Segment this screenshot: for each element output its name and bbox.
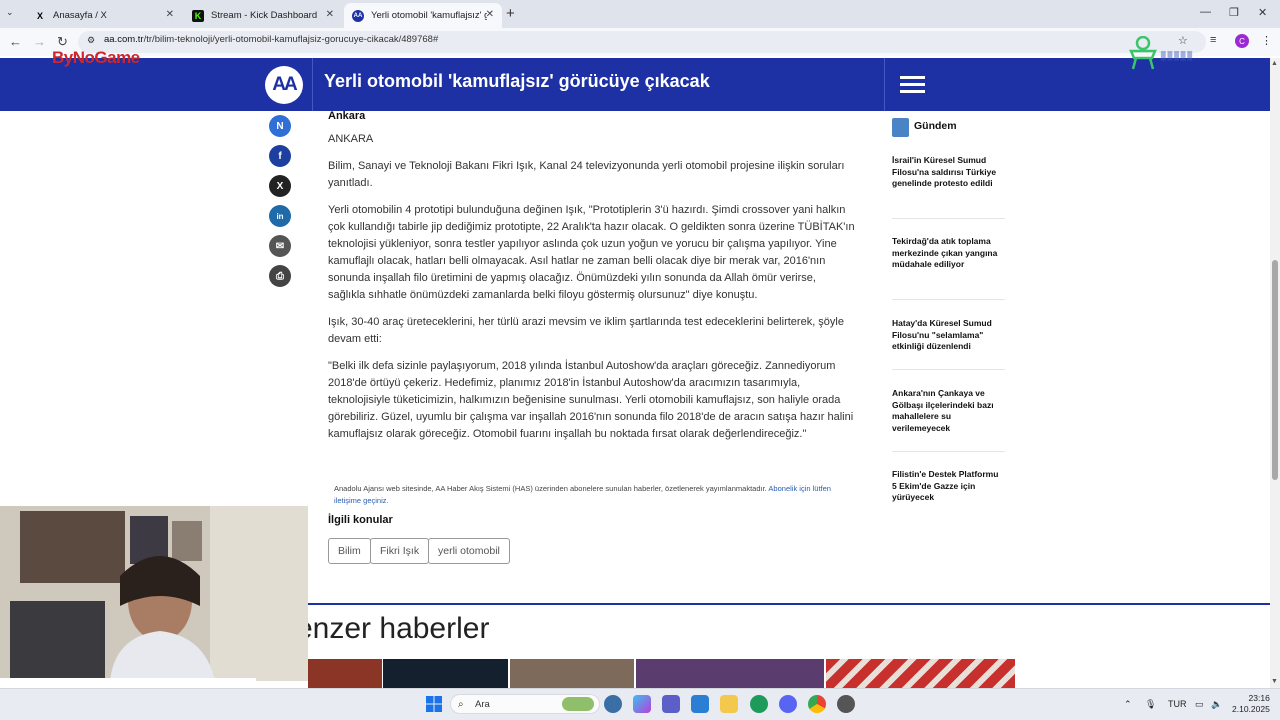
- search-icon: ⌕: [458, 699, 464, 710]
- aa-logo-icon: AA: [352, 9, 364, 22]
- article-body: Ankara ANKARA Bilim, Sanayi ve Teknoloji…: [328, 108, 856, 453]
- task-view-icon[interactable]: [604, 695, 622, 713]
- site-info-icon[interactable]: ⚙: [87, 35, 95, 46]
- tab-x-home[interactable]: X Anasayfa / X ✕: [26, 3, 182, 28]
- sidebar-divider: [892, 299, 1005, 300]
- search-highlight-image: [562, 697, 594, 711]
- restore-icon[interactable]: ❐: [1229, 6, 1239, 19]
- article-paragraph: "Belki ilk defa sizinle paylaşıyorum, 20…: [328, 360, 854, 440]
- menu-dots-icon[interactable]: ⋮: [1261, 34, 1272, 47]
- tab-title: Stream - Kick Dashboard: [211, 10, 318, 21]
- clock-time: 23:16: [1248, 693, 1270, 703]
- disclaimer-text: Anadolu Ajansı web sitesinde, AA Haber A…: [334, 484, 767, 493]
- discord-icon[interactable]: [779, 695, 797, 713]
- bookmark-star-icon[interactable]: ☆: [1178, 34, 1188, 47]
- microphone-icon[interactable]: 🎙: [1145, 699, 1156, 710]
- webcam-overlay: [0, 506, 308, 681]
- store-icon[interactable]: [691, 695, 709, 713]
- news-thumbnail[interactable]: [826, 659, 1015, 688]
- news-thumbnail[interactable]: [383, 659, 508, 688]
- tab-kick-dashboard[interactable]: K Stream - Kick Dashboard ✕: [184, 3, 342, 28]
- tray-chevron-up-icon[interactable]: ⌃: [1124, 699, 1132, 710]
- new-tab-plus-icon[interactable]: +: [506, 5, 515, 22]
- tag-fikri-isik[interactable]: Fikri Işık: [370, 538, 430, 564]
- taskbar-clock[interactable]: 23:16 2.10.2025: [1232, 693, 1270, 715]
- tab-aa-article[interactable]: AA Yerli otomobil 'kamuflajsız' gör ✕: [344, 3, 502, 28]
- minimize-icon[interactable]: —: [1200, 6, 1211, 18]
- x-logo-icon: X: [36, 10, 43, 21]
- tag-bilim[interactable]: Bilim: [328, 538, 371, 564]
- sidebar-title: Gündem: [914, 120, 957, 132]
- sidebar-news-item[interactable]: Hatay'da Küresel Sumud Filosu'nu "selaml…: [892, 318, 1005, 353]
- news-share-icon[interactable]: N: [269, 115, 291, 137]
- sidebar-news-item[interactable]: Filistin'e Destek Platformu 5 Ekim'de Ga…: [892, 469, 1005, 504]
- article-disclaimer: Anadolu Ajansı web sitesinde, AA Haber A…: [334, 483, 854, 507]
- tag-yerli-otomobil[interactable]: yerli otomobil: [428, 538, 510, 564]
- sidebar-news-item[interactable]: İsrail'in Küresel Sumud Filosu'na saldır…: [892, 155, 1005, 190]
- article-paragraph: Bilim, Sanayi ve Teknoloji Bakanı Fikri …: [328, 160, 845, 189]
- profile-avatar[interactable]: C: [1235, 34, 1249, 48]
- start-windows-icon[interactable]: [425, 695, 443, 713]
- print-icon[interactable]: ⎙: [269, 265, 291, 287]
- agenda-flag-icon: [892, 118, 909, 137]
- article-paragraph: Yerli otomobilin 4 prototipi bulunduğuna…: [328, 204, 855, 301]
- article-location-bold: Ankara: [328, 110, 366, 122]
- news-thumbnail[interactable]: [308, 659, 382, 688]
- related-topics-title: İlgili konular: [328, 514, 393, 526]
- scrollbar-thumb[interactable]: [1272, 260, 1278, 480]
- sidebar-divider: [892, 218, 1005, 219]
- article-location: ANKARA: [328, 133, 374, 145]
- tab-title: Anasayfa / X: [53, 10, 107, 21]
- url-text[interactable]: aa.com.tr/tr/bilim-teknoloji/yerli-otomo…: [104, 34, 438, 45]
- sidebar-divider: [892, 369, 1005, 370]
- sidebar-divider: [892, 451, 1005, 452]
- x-share-icon[interactable]: X: [269, 175, 291, 197]
- news-thumbnail[interactable]: [510, 659, 634, 688]
- stream-overlay-text: ▮▮▮▮▮: [1160, 48, 1194, 62]
- scroll-up-arrow-icon[interactable]: ▲: [1271, 60, 1278, 67]
- kick-logo-icon: K: [192, 9, 204, 22]
- sidebar-news-item[interactable]: Ankara'nın Çankaya ve Gölbaşı ilçelerind…: [892, 388, 1005, 434]
- linkedin-share-icon[interactable]: in: [269, 205, 291, 227]
- similar-news-heading: enzer haberler: [296, 612, 490, 645]
- news-thumbnail[interactable]: [636, 659, 824, 688]
- header-divider: [312, 58, 313, 111]
- header-divider: [884, 58, 885, 111]
- scroll-down-arrow-icon[interactable]: ▼: [1271, 678, 1278, 685]
- window-close-icon[interactable]: ✕: [1258, 6, 1267, 19]
- url-path: /tr/bilim-teknoloji/yerli-otomobil-kamuf…: [143, 34, 439, 45]
- tab-close-icon[interactable]: ✕: [166, 9, 174, 20]
- search-label: Ara: [475, 699, 490, 710]
- volume-icon[interactable]: 🔈: [1211, 699, 1222, 710]
- webcam-scene: [0, 506, 308, 681]
- language-indicator[interactable]: TUR: [1168, 699, 1187, 709]
- article-paragraph: Işık, 30-40 araç üreteceklerini, her tür…: [328, 316, 844, 345]
- teams-icon[interactable]: [662, 695, 680, 713]
- media-control-icon[interactable]: ≡: [1210, 34, 1216, 46]
- tab-close-icon[interactable]: ✕: [486, 9, 494, 20]
- chrome-icon[interactable]: [808, 695, 826, 713]
- facebook-share-icon[interactable]: f: [269, 145, 291, 167]
- tab-close-icon[interactable]: ✕: [326, 9, 334, 20]
- edge-icon[interactable]: [750, 695, 768, 713]
- back-arrow-icon[interactable]: ←: [9, 34, 22, 49]
- stream-mascot-icon: [1129, 36, 1157, 70]
- forward-arrow-icon[interactable]: →: [33, 34, 46, 49]
- tab-list-chevron-icon[interactable]: ⌄: [6, 7, 14, 18]
- clock-date: 2.10.2025: [1232, 704, 1270, 714]
- aa-logo[interactable]: AA: [265, 66, 303, 104]
- copilot-icon[interactable]: [633, 695, 651, 713]
- sidebar-news-item[interactable]: Tekirdağ'da atık toplama merkezinde çıka…: [892, 236, 1005, 271]
- file-explorer-icon[interactable]: [720, 695, 738, 713]
- obs-icon[interactable]: [837, 695, 855, 713]
- bynogame-overlay-logo: ByNoGame: [52, 48, 140, 67]
- network-icon[interactable]: ▭: [1195, 699, 1204, 710]
- email-share-icon[interactable]: ✉: [269, 235, 291, 257]
- page-title: Yerli otomobil 'kamuflajsız' görücüye çı…: [324, 71, 710, 91]
- url-domain: aa.com.tr: [104, 34, 144, 45]
- hamburger-menu-icon[interactable]: [900, 76, 925, 94]
- section-divider: [308, 603, 1270, 605]
- tab-title: Yerli otomobil 'kamuflajsız' gör: [371, 10, 487, 21]
